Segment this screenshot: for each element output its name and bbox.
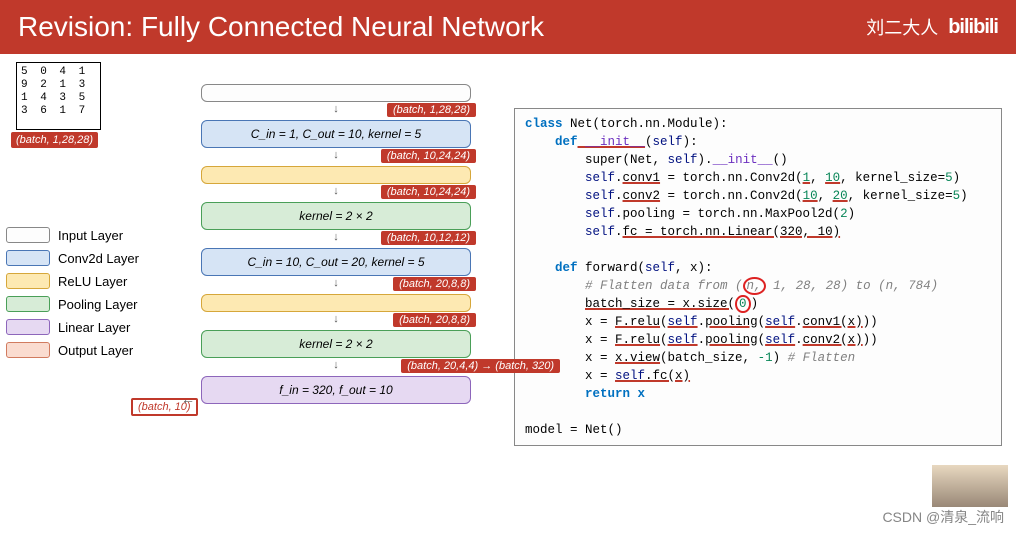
slide-header: Revision: Fully Connected Neural Network… xyxy=(0,0,1016,54)
layer-block: kernel = 2 × 2(batch, 20,4,4) → (batch, … xyxy=(201,330,471,358)
author-name: 刘二大人 xyxy=(866,14,938,40)
shape-badge: (batch, 10,12,12) xyxy=(381,231,476,245)
shape-badge: (batch, 20,4,4) → (batch, 320) xyxy=(401,359,560,373)
input-digits-grid: 5 0 4 1 9 2 1 3 1 4 3 5 3 6 1 7 xyxy=(16,62,101,130)
slide-content: Input Layer Conv2d Layer ReLU Layer Pooling… xyxy=(0,54,1016,452)
legend-swatch xyxy=(6,319,50,335)
layer-block: f_in = 320, f_out = 10 xyxy=(201,376,471,404)
legend-swatch xyxy=(6,296,50,312)
arrow-left-icon: ← xyxy=(181,391,195,407)
layer-block: C_in = 10, C_out = 20, kernel = 5(batch,… xyxy=(201,248,471,276)
legend-label: Linear Layer xyxy=(58,320,130,335)
input-shape-label: (batch, 1,28,28) xyxy=(11,132,98,148)
legend-swatch xyxy=(6,227,50,243)
legend-swatch xyxy=(6,342,50,358)
legend-swatch xyxy=(6,250,50,266)
legend-label: ReLU Layer xyxy=(58,274,127,289)
code-panel: class Net(torch.nn.Module): def __init__… xyxy=(514,108,1002,446)
layer-block: (batch, 10,24,24) xyxy=(201,166,471,184)
layer-block: kernel = 2 × 2(batch, 10,12,12) xyxy=(201,202,471,230)
legend-label: Pooling Layer xyxy=(58,297,138,312)
shape-badge: (batch, 10,24,24) xyxy=(381,149,476,163)
slide-title: Revision: Fully Connected Neural Network xyxy=(18,11,866,43)
shape-badge: (batch, 1,28,28) xyxy=(387,103,476,117)
csdn-watermark: CSDN @清泉_流响 xyxy=(882,507,1004,527)
legend-swatch xyxy=(6,273,50,289)
layer-block: (batch, 20,8,8) xyxy=(201,294,471,312)
legend-row: Conv2d Layer xyxy=(6,250,141,266)
legend-label: Conv2d Layer xyxy=(58,251,139,266)
video-thumbnail xyxy=(930,463,1010,509)
layer-block: (batch, 1,28,28) xyxy=(201,84,471,102)
shape-badge: (batch, 20,8,8) xyxy=(393,277,476,291)
diagram-panel: Input Layer Conv2d Layer ReLU Layer Pooling… xyxy=(6,62,506,446)
network-flow: 5 0 4 1 9 2 1 3 1 4 3 5 3 6 1 7 (batch, … xyxy=(141,62,506,446)
legend-row: ReLU Layer xyxy=(6,273,141,289)
legend-row: Input Layer xyxy=(6,227,141,243)
layer-pipeline: (batch, 1,28,28) C_in = 1, C_out = 10, ke… xyxy=(201,84,471,422)
shape-badge: (batch, 10,24,24) xyxy=(381,185,476,199)
legend-label: Input Layer xyxy=(58,228,123,243)
shape-badge: (batch, 20,8,8) xyxy=(393,313,476,327)
legend-row: Pooling Layer xyxy=(6,296,141,312)
layer-legend: Input Layer Conv2d Layer ReLU Layer Pooling… xyxy=(6,227,141,446)
bilibili-logo: bilibili xyxy=(948,16,998,39)
legend-label: Output Layer xyxy=(58,343,133,358)
layer-block: C_in = 1, C_out = 10, kernel = 5(batch, … xyxy=(201,120,471,148)
legend-row: Output Layer xyxy=(6,342,141,358)
legend-row: Linear Layer xyxy=(6,319,141,335)
